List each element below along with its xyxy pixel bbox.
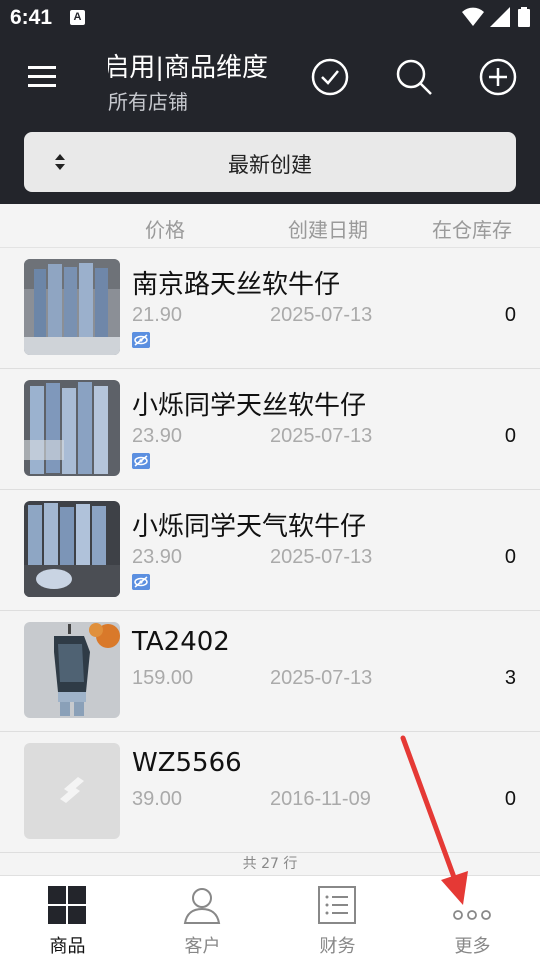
product-row[interactable]: 小烁同学天丝软牛仔 23.90 2025-07-13 0 — [0, 369, 540, 490]
nav-item-more[interactable]: 更多 — [405, 876, 540, 960]
product-price: 21.90 — [132, 304, 183, 326]
nav-label: 财务 — [319, 936, 356, 957]
sort-label: 最新创建 — [228, 153, 312, 177]
sort-button[interactable]: 最新创建 — [24, 132, 516, 192]
more-dots-icon — [453, 910, 491, 920]
product-name: 小烁同学天丝软牛仔 — [132, 391, 367, 421]
nav-label: 客户 — [184, 936, 221, 957]
menu-icon — [28, 66, 56, 87]
nav-item-finance[interactable]: 财务 — [270, 876, 405, 960]
status-time: 6:41 — [10, 6, 53, 29]
menu-button[interactable] — [24, 58, 60, 94]
total-count: 共 27 行 — [0, 853, 540, 875]
search-icon[interactable] — [394, 57, 434, 97]
hidden-eye-icon — [132, 453, 150, 469]
product-row[interactable]: 南京路天丝软牛仔 21.90 2025-07-13 0 — [0, 248, 540, 369]
column-price[interactable]: 价格 — [145, 214, 185, 243]
placeholder-image-icon — [24, 743, 120, 839]
plus-circle-icon[interactable] — [478, 57, 518, 97]
product-stock: 3 — [504, 667, 516, 689]
product-name: WZ5566 — [132, 748, 242, 778]
store-subtitle[interactable]: 所有店铺 — [108, 86, 188, 115]
column-stock[interactable]: 在仓库存 — [432, 214, 512, 243]
person-icon — [183, 888, 221, 924]
wifi-icon — [462, 7, 484, 26]
status-bar: 6:41 A — [0, 0, 540, 36]
nav-item-customers[interactable]: 客户 — [135, 876, 270, 960]
hidden-eye-icon — [132, 332, 150, 348]
product-row[interactable]: WZ5566 39.00 2016-11-09 0 — [0, 732, 540, 853]
product-price: 159.00 — [132, 667, 194, 689]
grid-icon — [48, 886, 86, 924]
product-name: 小烁同学天气软牛仔 — [132, 512, 367, 542]
nav-label: 商品 — [49, 936, 86, 957]
battery-icon — [518, 7, 530, 27]
product-date: 2025-07-13 — [270, 546, 373, 568]
product-date: 2016-11-09 — [270, 788, 371, 810]
product-price: 23.90 — [132, 425, 183, 447]
product-price: 23.90 — [132, 546, 183, 568]
list-doc-icon — [318, 886, 356, 924]
top-app-bar: 6:41 A 启用|商品维度 所有店铺 最新创建 — [0, 0, 540, 204]
product-name: TA2402 — [132, 627, 230, 657]
product-stock: 0 — [504, 425, 516, 447]
product-row[interactable]: 小烁同学天气软牛仔 23.90 2025-07-13 0 — [0, 490, 540, 611]
product-stock: 0 — [504, 304, 516, 326]
nav-label: 更多 — [454, 936, 491, 957]
nav-item-products[interactable]: 商品 — [0, 876, 135, 960]
bottom-nav: 商品 客户 财务 更多 — [0, 875, 540, 960]
a-letter-icon: A — [70, 10, 85, 25]
product-price: 39.00 — [132, 788, 183, 810]
product-stock: 0 — [504, 546, 516, 568]
column-header: 价格 创建日期 在仓库存 — [0, 204, 540, 248]
product-thumbnail — [24, 622, 120, 718]
check-circle-icon[interactable] — [310, 57, 350, 97]
product-row[interactable]: TA2402 159.00 2025-07-13 3 — [0, 611, 540, 732]
product-date: 2025-07-13 — [270, 304, 373, 326]
page-title: 启用|商品维度 — [108, 53, 268, 81]
product-stock: 0 — [504, 788, 516, 810]
signal-icon — [490, 7, 510, 27]
product-thumbnail — [24, 259, 120, 355]
product-name: 南京路天丝软牛仔 — [132, 270, 341, 300]
product-date: 2025-07-13 — [270, 667, 373, 689]
hidden-eye-icon — [132, 574, 150, 590]
product-date: 2025-07-13 — [270, 425, 373, 447]
column-created-date[interactable]: 创建日期 — [288, 214, 368, 243]
product-thumbnail — [24, 501, 120, 597]
product-thumbnail — [24, 380, 120, 476]
